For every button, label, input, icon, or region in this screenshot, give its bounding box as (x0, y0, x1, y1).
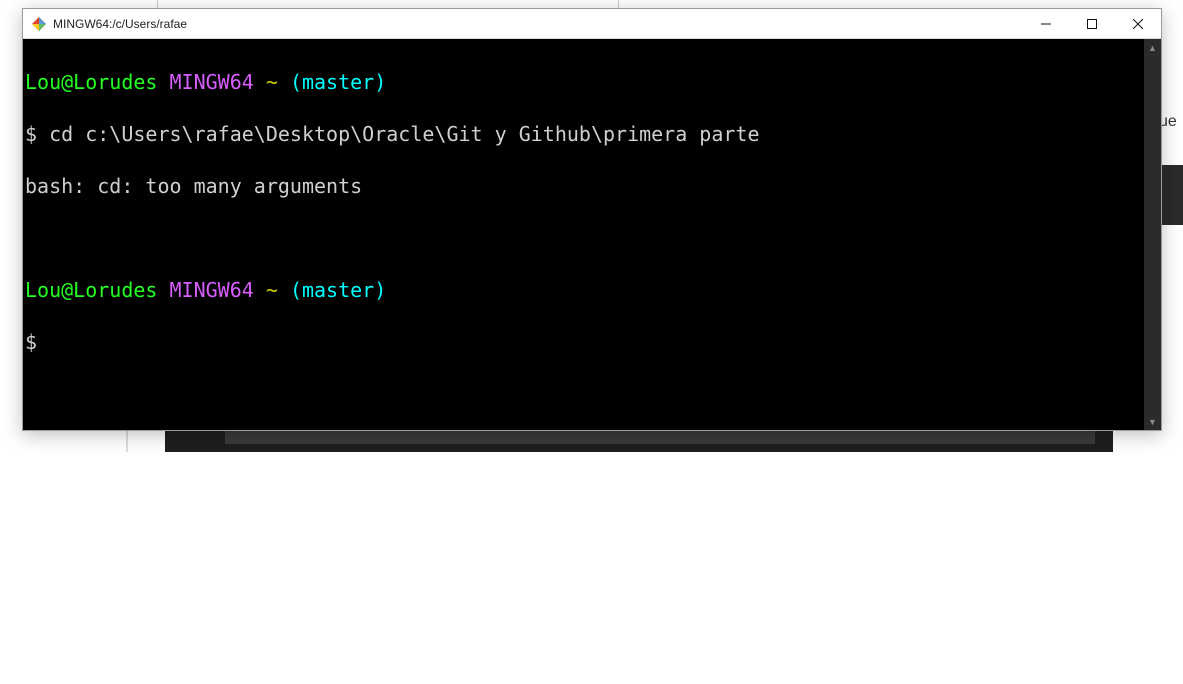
prompt-line: Lou@Lorudes MINGW64 ~ (master) (25, 69, 1142, 95)
command-line: $ cd c:\Users\rafae\Desktop\Oracle\Git y… (25, 121, 1142, 147)
background-scroll-thumb (225, 430, 1095, 444)
scroll-up-arrow[interactable]: ▲ (1144, 39, 1161, 56)
minimize-button[interactable] (1023, 9, 1069, 38)
terminal-content[interactable]: Lou@Lorudes MINGW64 ~ (master) $ cd c:\U… (23, 39, 1144, 430)
prompt-line: Lou@Lorudes MINGW64 ~ (master) (25, 277, 1142, 303)
prompt-host: MINGW64 (170, 278, 254, 302)
background-divider (126, 430, 128, 452)
command-line: $ (25, 329, 1142, 355)
prompt-dollar: $ (25, 122, 37, 146)
prompt-host: MINGW64 (170, 70, 254, 94)
window-title: MINGW64:/c/Users/rafae (53, 17, 187, 31)
close-button[interactable] (1115, 9, 1161, 38)
background-editor-scrollbar (165, 430, 1113, 452)
scroll-down-arrow[interactable]: ▼ (1144, 413, 1161, 430)
prompt-user: Lou@Lorudes (25, 278, 157, 302)
prompt-path: ~ (266, 278, 278, 302)
maximize-button[interactable] (1069, 9, 1115, 38)
terminal-scrollbar[interactable]: ▲ ▼ (1144, 39, 1161, 430)
background-window-edge (157, 0, 619, 8)
prompt-branch: (master) (290, 70, 386, 94)
blank-line (25, 225, 1142, 251)
window-controls (1023, 9, 1161, 38)
titlebar[interactable]: MINGW64:/c/Users/rafae (23, 9, 1161, 39)
prompt-branch: (master) (290, 278, 386, 302)
prompt-user: Lou@Lorudes (25, 70, 157, 94)
command-text: cd c:\Users\rafae\Desktop\Oracle\Git y G… (49, 122, 759, 146)
output-line: bash: cd: too many arguments (25, 173, 1142, 199)
prompt-path: ~ (266, 70, 278, 94)
git-bash-icon (31, 16, 47, 32)
background-panel (1159, 165, 1183, 225)
terminal-window: MINGW64:/c/Users/rafae Lou@Lorudes MINGW… (22, 8, 1162, 431)
prompt-dollar: $ (25, 330, 37, 354)
terminal-body: Lou@Lorudes MINGW64 ~ (master) $ cd c:\U… (23, 39, 1161, 430)
